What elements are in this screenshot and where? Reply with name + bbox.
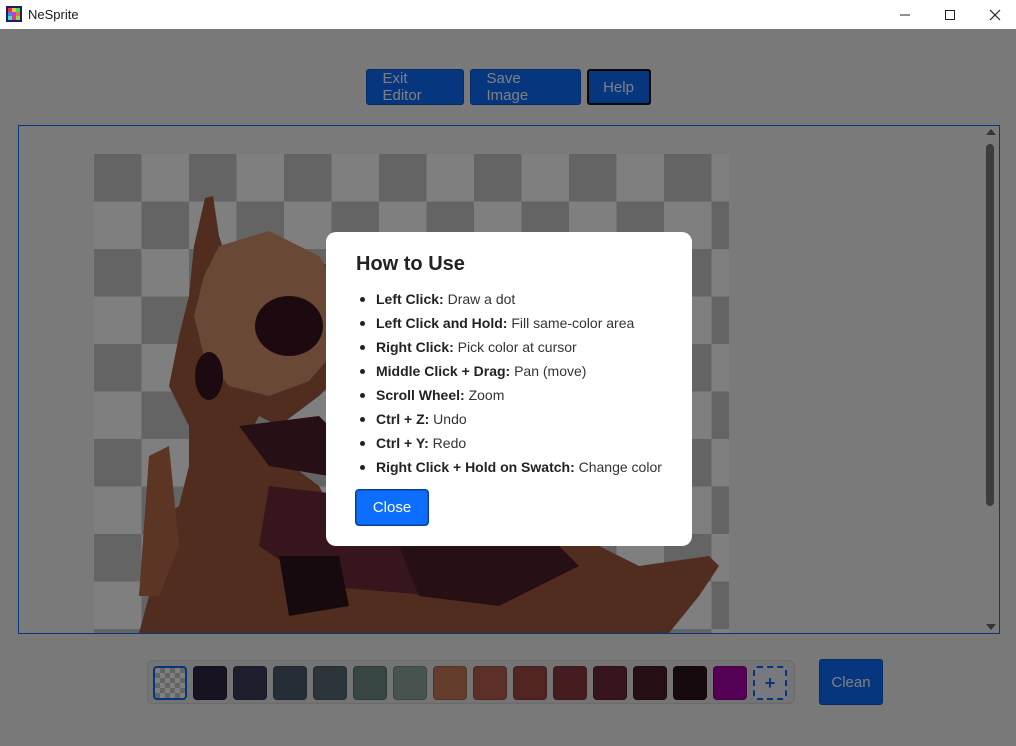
instruction-key: Right Click: <box>376 339 454 355</box>
instruction-desc: Draw a dot <box>447 291 516 307</box>
instruction-item: Left Click: Draw a dot <box>360 290 662 314</box>
minimize-icon <box>900 14 910 15</box>
maximize-button[interactable] <box>927 0 973 29</box>
instruction-item: Scroll Wheel: Zoom <box>360 386 662 410</box>
instruction-item: Middle Click + Drag: Pan (move) <box>360 362 662 386</box>
instruction-item: Left Click and Hold: Fill same-color are… <box>360 314 662 338</box>
instruction-key: Ctrl + Y: <box>376 435 429 451</box>
maximize-icon <box>945 9 955 20</box>
instruction-item: Ctrl + Y: Redo <box>360 434 662 458</box>
instruction-desc: Pick color at cursor <box>457 339 577 355</box>
instruction-desc: Zoom <box>468 387 505 403</box>
title-bar: NeSprite <box>0 0 1016 29</box>
instruction-desc: Pan (move) <box>514 363 587 379</box>
instruction-desc: Change color <box>578 459 662 475</box>
close-window-button[interactable] <box>972 0 1016 29</box>
instruction-key: Left Click: <box>376 291 444 307</box>
instruction-item: Right Click: Pick color at cursor <box>360 338 662 362</box>
close-icon <box>989 9 1001 20</box>
minimize-button[interactable] <box>882 0 928 29</box>
instruction-key: Left Click and Hold: <box>376 315 508 331</box>
instruction-key: Middle Click + Drag: <box>376 363 511 379</box>
close-dialog-button[interactable]: Close <box>356 490 428 525</box>
instructions-list: Left Click: Draw a dot Left Click and Hol… <box>360 290 662 482</box>
instruction-key: Scroll Wheel: <box>376 387 465 403</box>
instruction-item: Ctrl + Z: Undo <box>360 410 662 434</box>
instruction-desc: Undo <box>433 411 467 427</box>
instruction-key: Right Click + Hold on Swatch: <box>376 459 575 475</box>
instruction-desc: Redo <box>432 435 467 451</box>
help-dialog: How to Use Left Click: Draw a dot Left Cl… <box>326 232 692 546</box>
nesprite-logo-icon <box>6 6 22 22</box>
instruction-item: Right Click + Hold on Swatch: Change col… <box>360 458 662 482</box>
instruction-desc: Fill same-color area <box>511 315 635 331</box>
instruction-key: Ctrl + Z: <box>376 411 430 427</box>
dialog-title: How to Use <box>356 253 465 275</box>
window-title: NeSprite <box>28 7 79 22</box>
